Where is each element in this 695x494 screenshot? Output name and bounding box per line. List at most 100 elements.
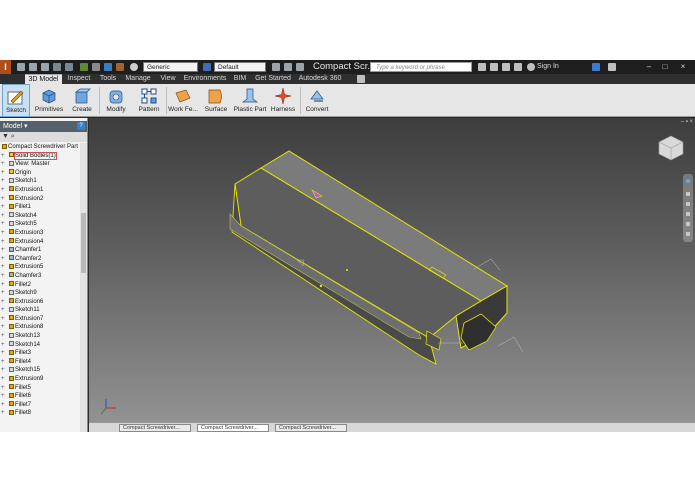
browser-scrollbar[interactable] <box>80 143 87 432</box>
orbit-icon[interactable] <box>686 212 690 216</box>
new-file-icon[interactable] <box>17 63 25 71</box>
document-tab[interactable]: Compact Screwdriver... <box>119 424 191 432</box>
tree-item[interactable]: + Fillet4 <box>0 358 80 367</box>
tree-item[interactable]: + Sketch15 <box>0 366 80 375</box>
expand-icon[interactable]: + <box>1 246 5 255</box>
navbar-options-icon[interactable] <box>686 232 690 236</box>
redo-icon[interactable] <box>65 63 73 71</box>
expand-icon[interactable]: + <box>1 349 5 358</box>
tree-item[interactable]: + Sketch13 <box>0 332 80 341</box>
parameters-icon[interactable] <box>284 63 292 71</box>
sketch-button[interactable]: Sketch <box>2 84 30 117</box>
expand-icon[interactable]: + <box>1 169 5 178</box>
tree-item[interactable]: + Fillet8 <box>0 409 80 418</box>
tree-item[interactable]: + Origin <box>0 169 80 178</box>
maximize-button[interactable]: □ <box>657 60 673 74</box>
pan-icon[interactable] <box>686 192 690 196</box>
expand-icon[interactable]: + <box>1 263 5 272</box>
tree-item[interactable]: + Sketch4 <box>0 212 80 221</box>
tree-item[interactable]: + Sketch14 <box>0 341 80 350</box>
tree-item[interactable]: + Extrusion2 <box>0 195 80 204</box>
subscription-icon[interactable] <box>490 63 498 71</box>
tree-item[interactable]: + Fillet3 <box>0 349 80 358</box>
expand-icon[interactable]: + <box>1 323 5 332</box>
full-navigation-wheel-icon[interactable] <box>686 179 690 183</box>
tab-bim[interactable]: BIM <box>231 74 249 84</box>
binoculars-icon[interactable] <box>478 63 486 71</box>
harness-button[interactable]: Harness <box>268 84 298 117</box>
formula-icon[interactable] <box>272 63 280 71</box>
tab-view[interactable]: View <box>156 74 180 84</box>
convert-button[interactable]: Convert <box>302 84 332 117</box>
expand-icon[interactable]: + <box>1 186 5 195</box>
tab-tools[interactable]: Tools <box>96 74 120 84</box>
expand-icon[interactable]: + <box>1 306 5 315</box>
expand-icon[interactable]: + <box>1 220 5 229</box>
communication-icon[interactable] <box>502 63 510 71</box>
screwdriver-model[interactable] <box>229 150 524 365</box>
expand-icon[interactable]: + <box>1 315 5 324</box>
save-icon[interactable] <box>41 63 49 71</box>
navigation-bar[interactable] <box>683 174 693 242</box>
expand-icon[interactable]: + <box>1 160 5 169</box>
create-button[interactable]: Create <box>68 84 96 117</box>
tab-environments[interactable]: Environments <box>182 74 228 84</box>
expand-icon[interactable]: + <box>1 238 5 247</box>
minimize-button[interactable]: – <box>641 60 657 74</box>
user-icon[interactable] <box>527 63 535 71</box>
search-input[interactable]: Type a keyword or phrase <box>370 62 472 72</box>
tree-item[interactable]: + Sketch1 <box>0 177 80 186</box>
return-icon[interactable] <box>80 63 88 71</box>
measure-icon[interactable] <box>116 63 124 71</box>
close-button[interactable]: × <box>675 60 691 74</box>
tree-item[interactable]: + Extrusion6 <box>0 298 80 307</box>
expand-icon[interactable]: + <box>1 298 5 307</box>
tree-item[interactable]: + View: Master <box>0 160 80 169</box>
help-icon[interactable] <box>608 63 616 71</box>
open-file-icon[interactable] <box>29 63 37 71</box>
expand-icon[interactable]: + <box>1 409 5 418</box>
tab-autodesk-360[interactable]: Autodesk 360 <box>296 74 344 84</box>
expand-icon[interactable]: + <box>1 366 5 375</box>
model-canvas[interactable] <box>89 118 695 422</box>
expand-icon[interactable]: + <box>1 152 5 161</box>
sign-in-link[interactable]: Sign In <box>537 60 559 74</box>
expand-icon[interactable]: + <box>1 177 5 186</box>
tree-item[interactable]: + Chamfer1 <box>0 246 80 255</box>
tree-item[interactable]: + Sketch5 <box>0 220 80 229</box>
tree-item[interactable]: + Chamfer3 <box>0 272 80 281</box>
document-tab[interactable]: Compact Screwdriver... <box>197 424 269 432</box>
expand-icon[interactable]: + <box>1 384 5 393</box>
look-at-icon[interactable] <box>686 222 690 226</box>
work-features-button[interactable]: Work Fe... <box>168 84 198 117</box>
app-logo[interactable]: I <box>0 60 11 74</box>
tree-item[interactable]: + Fillet1 <box>0 203 80 212</box>
tree-item[interactable]: + Sketch9 <box>0 289 80 298</box>
expand-icon[interactable]: + <box>1 281 5 290</box>
surface-button[interactable]: Surface <box>202 84 230 117</box>
expand-icon[interactable]: + <box>1 229 5 238</box>
browser-toolbar[interactable]: ▼ ⌕ <box>0 132 87 142</box>
primitives-button[interactable]: Primitives <box>33 84 65 117</box>
modify-button[interactable]: Modify <box>102 84 130 117</box>
browser-header[interactable]: Model ▾ ? <box>0 121 87 132</box>
favorites-icon[interactable] <box>514 63 522 71</box>
color-override-icon[interactable] <box>130 63 138 71</box>
zoom-icon[interactable] <box>686 202 690 206</box>
tree-item[interactable]: + Chamfer2 <box>0 255 80 264</box>
exchange-apps-icon[interactable] <box>592 63 600 71</box>
tab-get-started[interactable]: Get Started <box>253 74 293 84</box>
tree-item[interactable]: + Extrusion9 <box>0 375 80 384</box>
expand-icon[interactable]: + <box>1 341 5 350</box>
undo-icon[interactable] <box>53 63 61 71</box>
tab-inspect[interactable]: Inspect <box>65 74 93 84</box>
expand-icon[interactable]: + <box>1 255 5 264</box>
viewcube-icon[interactable] <box>657 134 685 162</box>
expand-icon[interactable]: + <box>1 212 5 221</box>
expand-icon[interactable]: + <box>1 203 5 212</box>
qa-dropdown-icon[interactable] <box>296 63 304 71</box>
tree-item[interactable]: + Extrusion5 <box>0 263 80 272</box>
document-tab[interactable]: Compact Screwdriver... <box>275 424 347 432</box>
tree-item[interactable]: + Fillet5 <box>0 384 80 393</box>
tree-item[interactable]: + Extrusion3 <box>0 229 80 238</box>
